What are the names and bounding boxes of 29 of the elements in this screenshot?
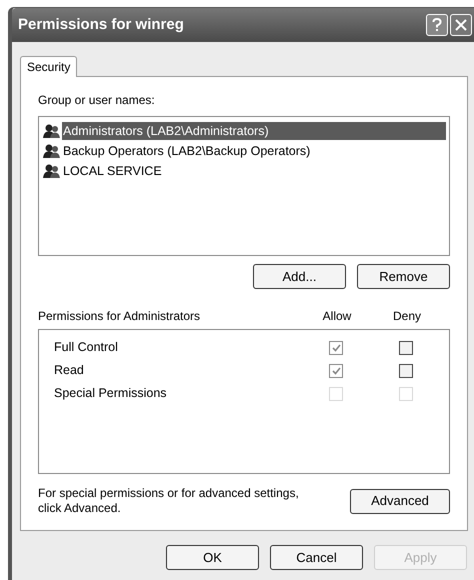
advanced-note: For special permissions or for advanced settings, click Advanced. [38, 486, 300, 516]
users-icon [43, 163, 61, 179]
permission-name: Special Permissions [54, 385, 168, 402]
check-icon [332, 344, 340, 352]
close-button[interactable] [450, 14, 472, 36]
user-list-item[interactable]: Backup Operators (LAB2\Backup Operators) [62, 142, 446, 160]
user-list-item[interactable]: Administrators (LAB2\Administrators) [62, 122, 446, 140]
window-title: Permissions for winreg [18, 14, 185, 35]
permissions-heading: Permissions for Administrators [38, 308, 202, 325]
users-icon [43, 123, 61, 139]
dialog-button[interactable]: Cancel [270, 545, 363, 570]
user-list-item[interactable]: LOCAL SERVICE [62, 162, 446, 180]
help-button[interactable] [426, 14, 448, 36]
add-button[interactable]: Add... [253, 264, 346, 289]
remove-button[interactable]: Remove [357, 264, 450, 289]
users-icon [43, 143, 61, 159]
dialog-button[interactable]: OK [166, 545, 259, 570]
checkbox[interactable] [399, 340, 413, 354]
group-label: Group or user names: [38, 92, 156, 109]
check-icon [332, 366, 340, 374]
tab[interactable]: Security [20, 56, 78, 77]
permission-name: Read [54, 362, 85, 380]
close-icon [455, 19, 467, 31]
help-icon [432, 18, 442, 32]
checkbox[interactable] [399, 364, 413, 378]
advanced-button[interactable]: Advanced [350, 488, 450, 514]
column-header: Deny [392, 308, 422, 325]
permission-name: Full Control [54, 339, 119, 356]
column-header: Allow [322, 308, 352, 325]
